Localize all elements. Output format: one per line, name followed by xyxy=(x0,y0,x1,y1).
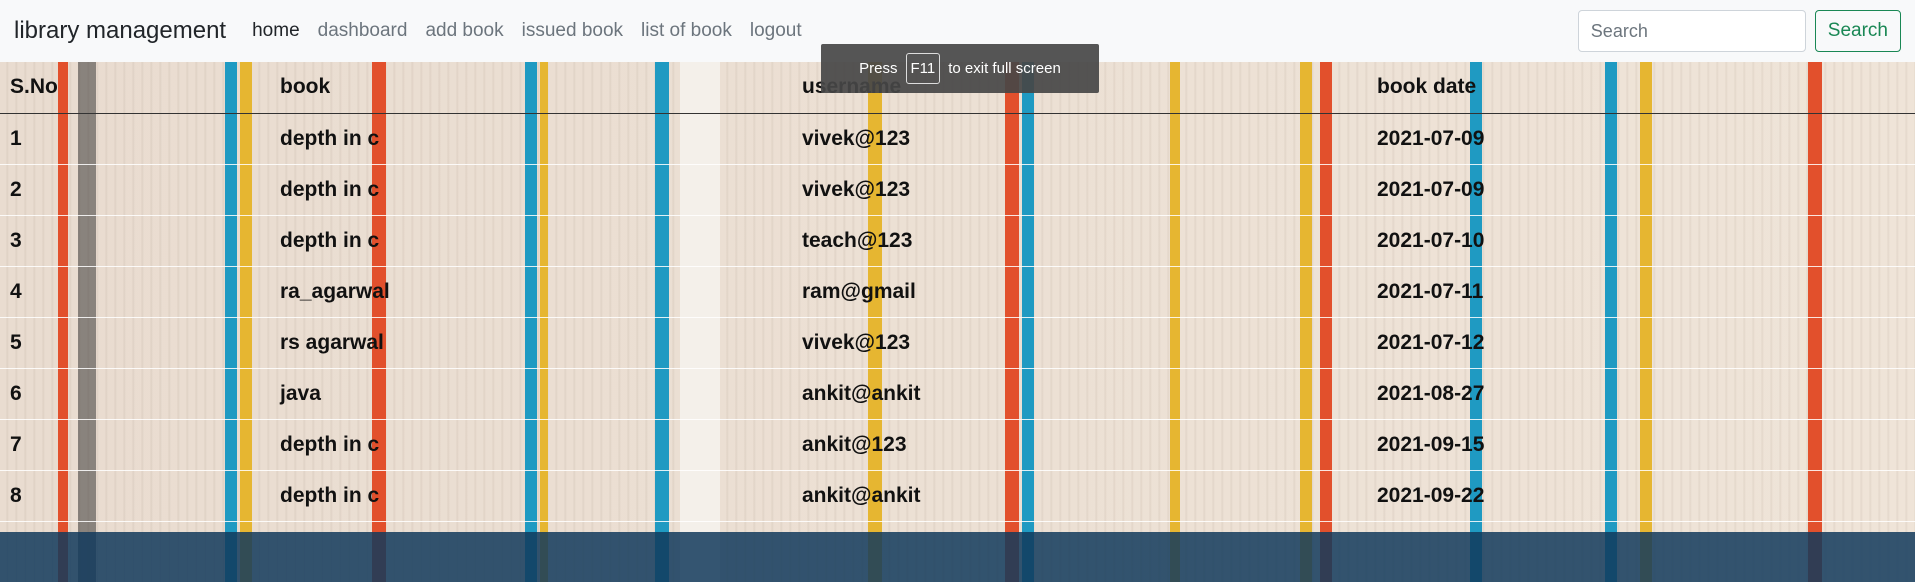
cell-book: depth in c xyxy=(280,177,380,201)
cell-book: depth in c xyxy=(280,432,380,456)
cell-sno: 2 xyxy=(10,177,22,201)
cell-book-date: 2021-07-12 xyxy=(1377,330,1485,354)
table-row: 3 depth in c teach@123 2021-07-10 xyxy=(0,215,1915,266)
table-row: 4 ra_agarwal ram@gmail 2021-07-11 xyxy=(0,266,1915,317)
nav-logout[interactable]: logout xyxy=(750,20,802,42)
nav-issued-book[interactable]: issued book xyxy=(522,20,623,42)
brand-link[interactable]: library management xyxy=(14,17,226,45)
f11-key-badge: F11 xyxy=(905,53,941,84)
cell-username: ankit@ankit xyxy=(802,381,921,405)
cell-sno: 3 xyxy=(10,228,22,252)
cell-sno: 5 xyxy=(10,330,22,354)
column-header-book-date: book date xyxy=(1377,75,1477,99)
search-input[interactable] xyxy=(1577,10,1806,52)
table-row: 5 rs agarwal vivek@123 2021-07-12 xyxy=(0,317,1915,368)
cell-username: vivek@123 xyxy=(802,330,911,354)
fullscreen-notice-suffix: to exit full screen xyxy=(948,60,1061,77)
cell-book: depth in c xyxy=(280,228,380,252)
cell-book: ra_agarwal xyxy=(280,279,390,303)
cell-username: teach@123 xyxy=(802,228,913,252)
cell-sno: 4 xyxy=(10,279,22,303)
cell-username: ram@gmail xyxy=(802,279,916,303)
cell-book-date: 2021-07-09 xyxy=(1377,177,1485,201)
column-header-book: book xyxy=(280,75,331,99)
nav-list-of-book[interactable]: list of book xyxy=(641,20,732,42)
cell-username: ankit@ankit xyxy=(802,483,921,507)
cell-sno: 1 xyxy=(10,126,22,150)
nav-home[interactable]: home xyxy=(252,20,300,42)
cell-book-date: 2021-09-15 xyxy=(1377,432,1485,456)
cell-book-date: 2021-08-27 xyxy=(1377,381,1485,405)
cell-sno: 8 xyxy=(10,483,22,507)
cell-book: depth in c xyxy=(280,483,380,507)
column-header-sno: S.No xyxy=(10,75,58,99)
cell-username: vivek@123 xyxy=(802,177,911,201)
cell-book: depth in c xyxy=(280,126,380,150)
nav-dashboard[interactable]: dashboard xyxy=(318,20,408,42)
table-row: 8 depth in c ankit@ankit 2021-09-22 xyxy=(0,470,1915,521)
table-row: 7 depth in c ankit@123 2021-09-15 xyxy=(0,419,1915,470)
nav-add-book[interactable]: add book xyxy=(425,20,503,42)
cell-book: java xyxy=(280,381,321,405)
table-row: 1 depth in c vivek@123 2021-07-09 xyxy=(0,113,1915,164)
cell-book-date: 2021-07-09 xyxy=(1377,126,1485,150)
fullscreen-notice: Press F11 to exit full screen xyxy=(821,44,1099,93)
cell-book: rs agarwal xyxy=(280,330,384,354)
cell-sno: 6 xyxy=(10,381,22,405)
cell-book-date: 2021-07-11 xyxy=(1377,279,1484,303)
table-row: 6 java ankit@ankit 2021-08-27 xyxy=(0,368,1915,419)
cell-username: ankit@123 xyxy=(802,432,907,456)
cell-book-date: 2021-09-22 xyxy=(1377,483,1485,507)
table-row: 2 depth in c vivek@123 2021-07-09 xyxy=(0,164,1915,215)
issued-books-table: S.No book username book date 1 depth in … xyxy=(0,62,1915,522)
cell-username: vivek@123 xyxy=(802,126,911,150)
search-button[interactable]: Search xyxy=(1814,10,1901,52)
cell-book-date: 2021-07-10 xyxy=(1377,228,1485,252)
fullscreen-notice-prefix: Press xyxy=(859,60,898,77)
cell-sno: 7 xyxy=(10,432,22,456)
